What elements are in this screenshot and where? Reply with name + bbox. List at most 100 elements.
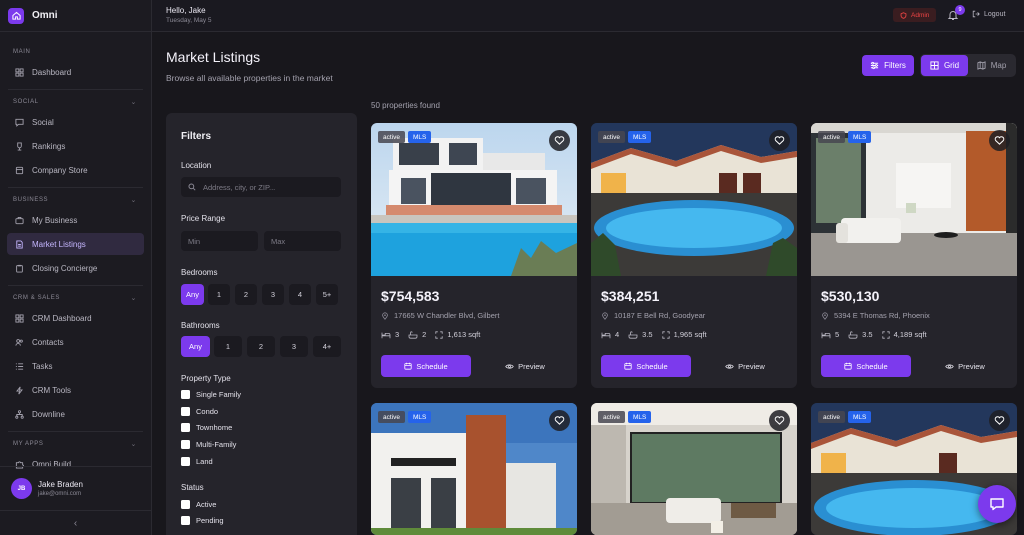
listing-card[interactable]: active MLS $384,251 10187 E Bell Rd, Good… xyxy=(591,123,797,388)
preview-label: Preview xyxy=(738,361,765,371)
sidebar-item-label: Dashboard xyxy=(32,67,72,77)
grid-label: Grid xyxy=(943,61,960,70)
bathroom-option-any[interactable]: Any xyxy=(181,336,210,357)
sidebar-item-company-store[interactable]: Company Store xyxy=(7,159,144,181)
property-type-multi-family[interactable]: Multi-Family xyxy=(181,440,236,449)
checkbox[interactable] xyxy=(181,390,190,399)
home-icon xyxy=(8,7,24,24)
listing-photo[interactable] xyxy=(811,123,1017,276)
collapse-sidebar-button[interactable]: ‹ xyxy=(0,510,151,535)
map-pin-icon xyxy=(602,311,608,320)
schedule-label: Schedule xyxy=(416,361,448,371)
checkbox[interactable] xyxy=(181,457,190,466)
property-type-single-family[interactable]: Single Family xyxy=(181,390,241,399)
listing-photo[interactable] xyxy=(591,123,797,276)
bedroom-option-3[interactable]: 3 xyxy=(262,284,284,305)
listing-card[interactable]: active MLS $754,583 17665 W Chandler Blvd… xyxy=(371,123,577,388)
schedule-button[interactable]: Schedule xyxy=(381,355,471,377)
sidebar-item-label: Tasks xyxy=(32,361,53,371)
bed-icon xyxy=(381,332,391,338)
bathroom-option-2[interactable]: 2 xyxy=(247,336,275,357)
section-label-my-apps[interactable]: MY APPS ⌄ xyxy=(0,438,151,450)
favorite-button[interactable] xyxy=(549,410,570,431)
listing-card[interactable]: active MLS xyxy=(591,403,797,535)
grid-view-button[interactable]: Grid xyxy=(921,55,968,76)
bedroom-option-any[interactable]: Any xyxy=(181,284,204,305)
property-type-townhome[interactable]: Townhome xyxy=(181,423,232,432)
sqft-value: 1,965 sqft xyxy=(673,330,707,339)
favorite-button[interactable] xyxy=(769,130,790,151)
sidebar-item-dashboard[interactable]: Dashboard xyxy=(7,61,144,83)
bathroom-option-3[interactable]: 3 xyxy=(280,336,308,357)
bedroom-option-1[interactable]: 1 xyxy=(208,284,230,305)
status-active[interactable]: Active xyxy=(181,500,216,509)
favorite-button[interactable] xyxy=(989,130,1010,151)
property-type-land[interactable]: Land xyxy=(181,457,213,466)
sidebar-item-rankings[interactable]: Rankings xyxy=(7,135,144,157)
checkbox[interactable] xyxy=(181,516,190,525)
sidebar-item-crm-dashboard[interactable]: CRM Dashboard xyxy=(7,307,144,329)
favorite-button[interactable] xyxy=(549,130,570,151)
preview-label: Preview xyxy=(518,361,545,371)
bath-icon xyxy=(848,330,858,339)
map-view-button[interactable]: Map xyxy=(968,55,1015,76)
status-pending[interactable]: Pending xyxy=(181,516,224,525)
logout-button[interactable]: Logout xyxy=(972,10,1005,18)
filters-button[interactable]: Filters xyxy=(862,55,914,76)
location-input[interactable]: Address, city, or ZIP... xyxy=(181,177,341,197)
schedule-button[interactable]: Schedule xyxy=(821,355,911,377)
bathroom-option-1[interactable]: 1 xyxy=(214,336,242,357)
sidebar-item-social[interactable]: Social xyxy=(7,111,144,133)
bedroom-option-5-plus[interactable]: 5+ xyxy=(316,284,338,305)
preview-button[interactable]: Preview xyxy=(701,355,789,377)
favorite-button[interactable] xyxy=(989,410,1010,431)
schedule-button[interactable]: Schedule xyxy=(601,355,691,377)
sidebar-item-label: Company Store xyxy=(32,165,88,175)
max-price-input[interactable]: Max xyxy=(264,231,341,251)
beds-stat: 5 xyxy=(821,330,839,339)
preview-button[interactable]: Preview xyxy=(481,355,569,377)
sidebar-item-tasks[interactable]: Tasks xyxy=(7,355,144,377)
sidebar-item-market-listings[interactable]: Market Listings xyxy=(7,233,144,255)
section-label-crm-sales[interactable]: CRM & SALES ⌄ xyxy=(0,292,151,304)
checkbox[interactable] xyxy=(181,500,190,509)
section-label-social[interactable]: SOCIAL ⌄ xyxy=(0,96,151,108)
preview-button[interactable]: Preview xyxy=(921,355,1009,377)
sidebar-item-closing-concierge[interactable]: Closing Concierge xyxy=(7,257,144,279)
brand[interactable]: Omni xyxy=(0,0,151,32)
chat-button[interactable] xyxy=(978,485,1016,523)
listing-card[interactable]: active MLS xyxy=(371,403,577,535)
listing-photo[interactable] xyxy=(371,123,577,276)
status-badge: active xyxy=(598,131,625,143)
sqft-stat: 4,189 sqft xyxy=(882,330,927,339)
sidebar-item-label: CRM Dashboard xyxy=(32,313,92,323)
sidebar-item-my-business[interactable]: My Business xyxy=(7,209,144,231)
heart-icon xyxy=(554,136,565,145)
heart-icon xyxy=(994,136,1005,145)
admin-badge[interactable]: Admin xyxy=(893,8,937,22)
user-profile[interactable]: JB Jake Braden jake@omni.com xyxy=(0,466,151,510)
bathroom-option-4-plus[interactable]: 4+ xyxy=(313,336,341,357)
sidebar-item-crm-tools[interactable]: CRM Tools xyxy=(7,379,144,401)
option-label: Pending xyxy=(196,516,224,525)
checkbox[interactable] xyxy=(181,440,190,449)
property-type-condo[interactable]: Condo xyxy=(181,407,218,416)
sidebar-item-label: Rankings xyxy=(32,141,66,151)
sidebar-item-contacts[interactable]: Contacts xyxy=(7,331,144,353)
checkbox[interactable] xyxy=(181,423,190,432)
status-label: Status xyxy=(181,483,204,492)
filters-label: Filters xyxy=(884,61,906,70)
listing-card[interactable]: active MLS $530,130 5394 E Thomas Rd, Pho… xyxy=(811,123,1017,388)
section-label-business[interactable]: BUSINESS ⌄ xyxy=(0,194,151,206)
bedroom-option-4[interactable]: 4 xyxy=(289,284,311,305)
min-price-input[interactable]: Min xyxy=(181,231,258,251)
checkbox[interactable] xyxy=(181,407,190,416)
sidebar-item-label: Market Listings xyxy=(32,239,86,249)
listing-price: $530,130 xyxy=(821,288,880,304)
bedroom-option-2[interactable]: 2 xyxy=(235,284,257,305)
chevron-down-icon: ⌄ xyxy=(130,197,137,204)
page-title: Market Listings xyxy=(166,49,261,65)
price-range-label: Price Range xyxy=(181,214,226,223)
favorite-button[interactable] xyxy=(769,410,790,431)
sidebar-item-downline[interactable]: Downline xyxy=(7,403,144,425)
